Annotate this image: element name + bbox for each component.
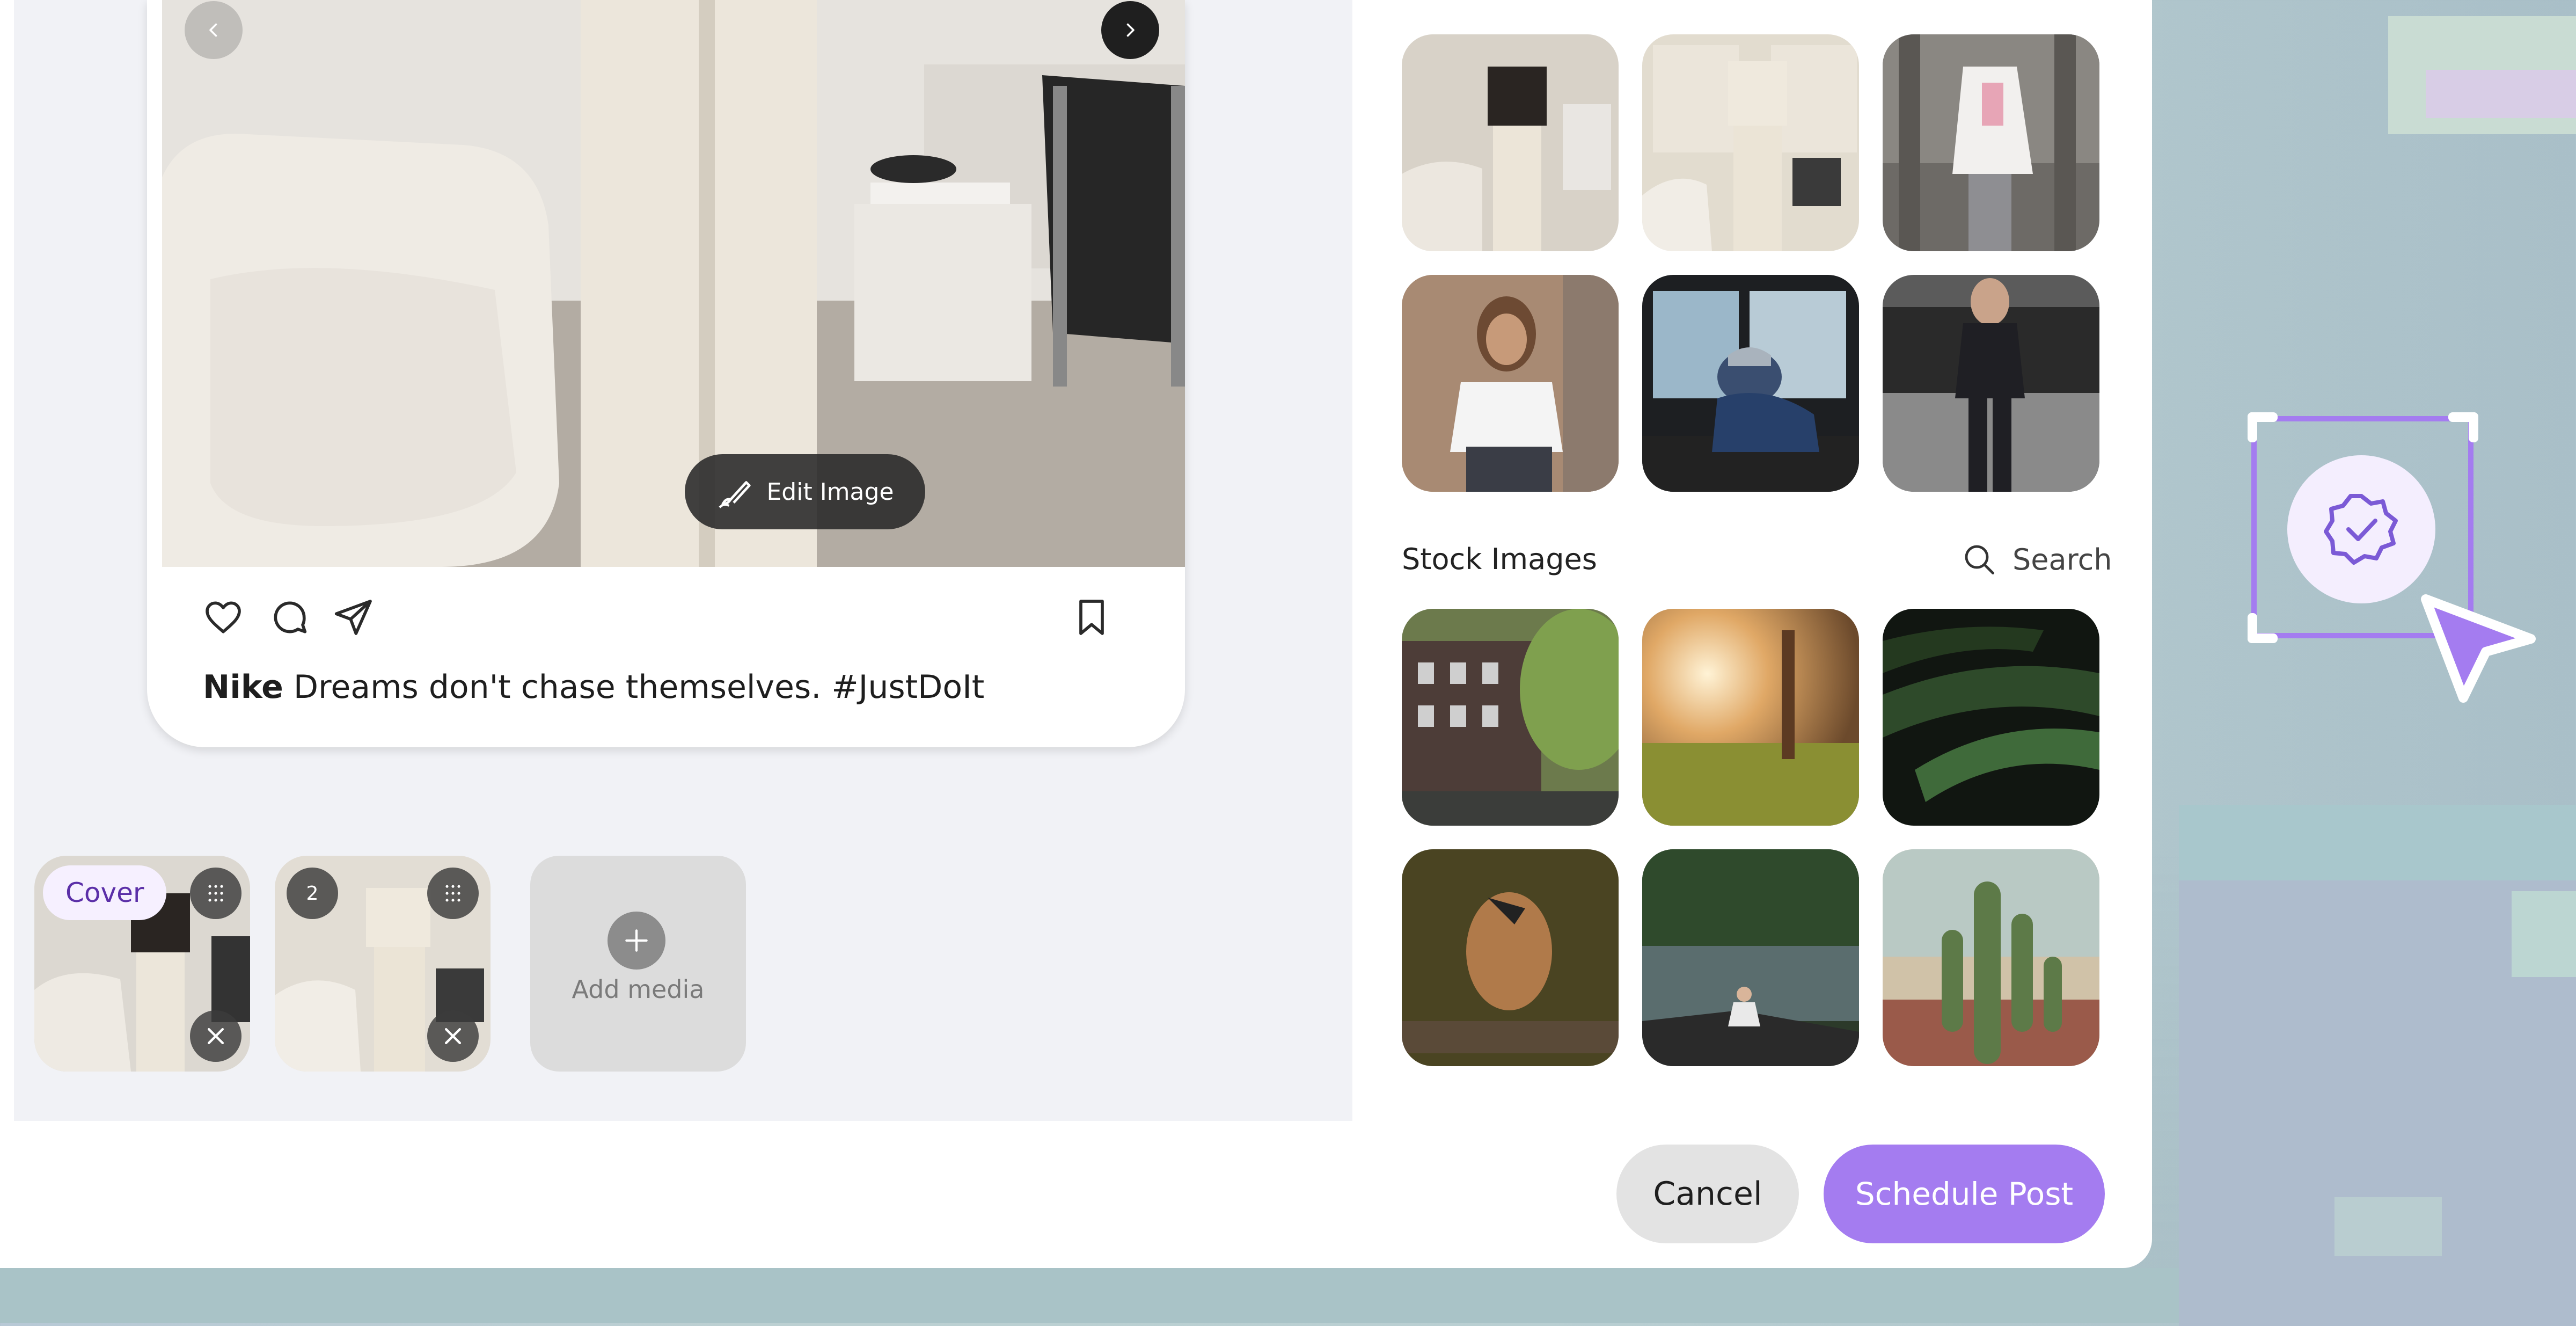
verified-selection-graphic — [2243, 408, 2544, 719]
heart-icon[interactable] — [202, 596, 245, 639]
library-image[interactable] — [1402, 275, 1619, 492]
comment-icon[interactable] — [268, 596, 311, 639]
library-image[interactable] — [1642, 275, 1859, 492]
library-image[interactable] — [1883, 275, 2099, 492]
drag-handle-button[interactable] — [427, 868, 479, 919]
caption-username: Nike — [203, 668, 283, 706]
schedule-post-button[interactable]: Schedule Post — [1824, 1145, 2105, 1243]
post-image — [162, 0, 1185, 567]
stock-image[interactable] — [1883, 609, 2099, 826]
media-thumb-2[interactable]: 2 — [275, 856, 491, 1072]
remove-media-button[interactable] — [190, 1010, 241, 1062]
media-index-number: 2 — [306, 882, 319, 905]
plus-icon — [608, 912, 665, 970]
stock-image[interactable] — [1402, 609, 1619, 826]
library-image[interactable] — [1402, 34, 1619, 251]
search-icon — [1965, 545, 1994, 574]
stock-image[interactable] — [1883, 849, 2099, 1066]
bookmark-icon[interactable] — [1070, 596, 1113, 639]
media-thumb-cover[interactable]: Cover — [34, 856, 250, 1072]
media-index-badge: 2 — [287, 868, 338, 919]
search-label: Search — [2012, 542, 2112, 577]
edit-image-button[interactable]: Edit Image — [685, 454, 925, 529]
library-image[interactable] — [1883, 34, 2099, 251]
drag-handle-button[interactable] — [190, 868, 241, 919]
stock-images-title: Stock Images — [1402, 542, 1597, 576]
cursor-arrow-icon — [2421, 594, 2536, 703]
stock-search-button[interactable]: Search — [1960, 540, 2112, 579]
edit-image-label: Edit Image — [766, 478, 894, 506]
post-caption: Nike Dreams don't chase themselves. #Jus… — [203, 668, 984, 706]
caption-text: Dreams don't chase themselves. #JustDoIt — [283, 668, 985, 706]
previous-image-button[interactable] — [185, 1, 243, 59]
add-media-button[interactable]: Add media — [530, 856, 746, 1072]
remove-media-button[interactable] — [427, 1010, 479, 1062]
send-icon[interactable] — [333, 596, 376, 639]
cover-badge: Cover — [43, 865, 167, 920]
chevron-right-icon — [1126, 23, 1135, 37]
post-preview-card: Edit Image Nike Dreams don't chase thems… — [147, 0, 1185, 747]
create-post-modal: Edit Image Nike Dreams don't chase thems… — [0, 0, 2152, 1268]
add-media-label: Add media — [572, 975, 705, 1004]
pen-icon — [718, 481, 751, 508]
stock-image[interactable] — [1642, 849, 1859, 1066]
cancel-button[interactable]: Cancel — [1616, 1145, 1799, 1243]
close-icon — [207, 1028, 224, 1045]
stock-image[interactable] — [1642, 609, 1859, 826]
grip-dots-icon — [445, 885, 460, 902]
preview-pane: Edit Image Nike Dreams don't chase thems… — [14, 0, 1352, 1121]
next-image-button[interactable] — [1101, 1, 1159, 59]
library-image[interactable] — [1642, 34, 1859, 251]
chevron-left-icon — [209, 23, 217, 37]
stock-image[interactable] — [1402, 849, 1619, 1066]
grip-dots-icon — [208, 885, 223, 902]
close-icon — [444, 1028, 462, 1045]
